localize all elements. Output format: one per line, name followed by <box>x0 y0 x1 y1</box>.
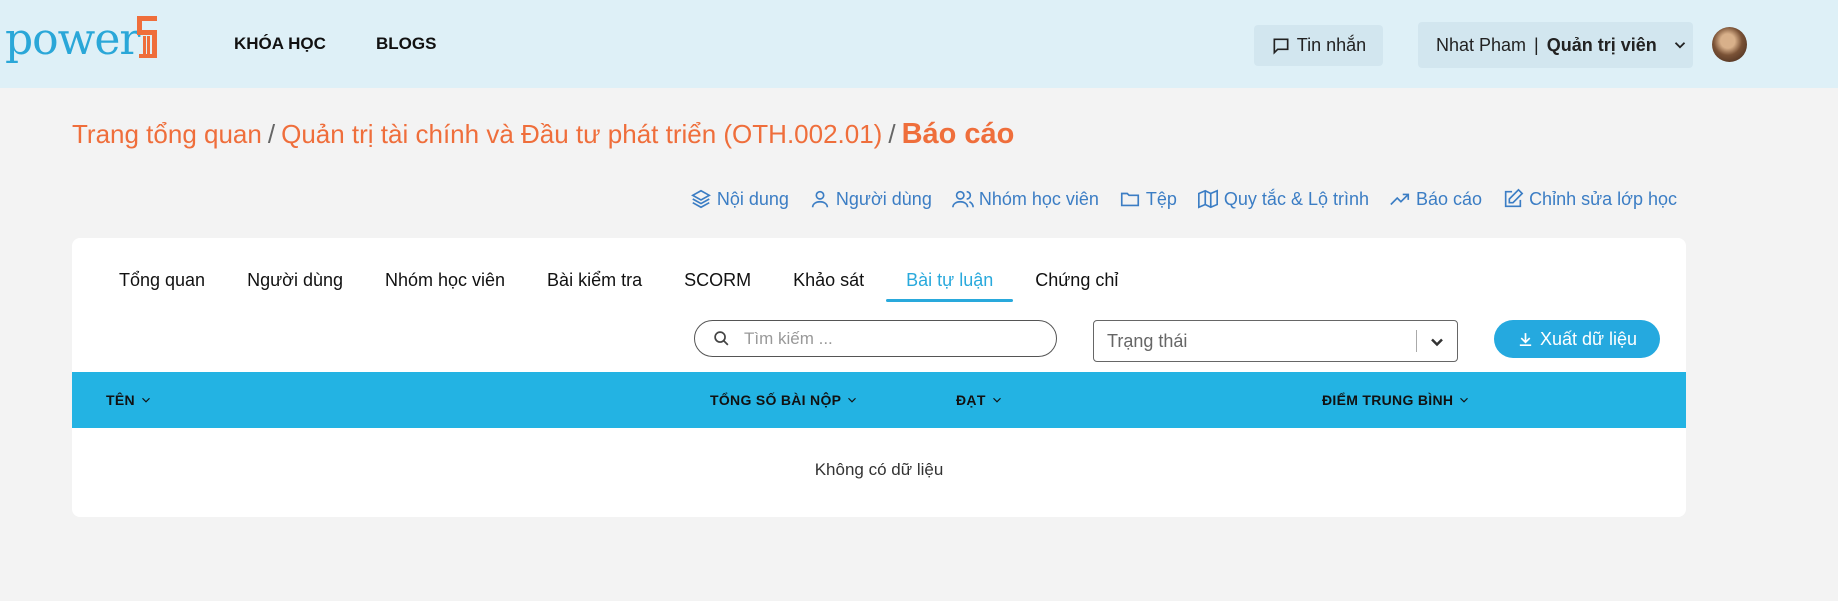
breadcrumb-course[interactable]: Quản trị tài chính và Đầu tư phát triển … <box>281 119 882 149</box>
column-label: TÊN <box>106 392 135 408</box>
breadcrumb-home[interactable]: Trang tổng quan <box>72 119 262 149</box>
map-icon <box>1197 189 1218 209</box>
search-input[interactable]: Tìm kiếm ... <box>694 320 1057 357</box>
action-files[interactable]: Tệp <box>1119 188 1177 210</box>
search-icon <box>714 331 729 346</box>
breadcrumb-current: Báo cáo <box>901 118 1015 150</box>
action-label: Chỉnh sửa lớp học <box>1529 188 1677 209</box>
column-header-passed[interactable]: ĐẠT <box>956 392 1004 408</box>
action-label: Nội dung <box>716 188 789 209</box>
breadcrumb: Trang tổng quan / Quản trị tài chính và Đầ… <box>72 118 1014 151</box>
action-content[interactable]: Nội dung <box>690 188 789 210</box>
empty-state: Không có dữ liệu <box>814 460 944 479</box>
column-header-name[interactable]: TÊN <box>106 392 153 408</box>
column-header-average-score[interactable]: ĐIỂM TRUNG BÌNH <box>1322 392 1471 408</box>
select-divider <box>1416 330 1417 352</box>
action-label: Tệp <box>1145 188 1177 209</box>
tab-certificates[interactable]: Chứng chỉ <box>1035 270 1139 300</box>
user-separator: | <box>1534 34 1539 55</box>
chevron-down-icon <box>1431 338 1443 347</box>
sort-chevron-icon <box>141 397 150 403</box>
tab-tests[interactable]: Bài kiểm tra <box>547 270 663 300</box>
sort-chevron-icon <box>1460 397 1469 403</box>
tab-essays[interactable]: Bài tự luận <box>886 270 1014 302</box>
top-header: power KHÓA HỌC BLOGS Tin nhắn Nhat Pham … <box>0 0 1838 88</box>
logo-mark-icon <box>137 16 157 58</box>
tab-scorm[interactable]: SCORM <box>684 270 772 300</box>
breadcrumb-separator: / <box>267 119 276 149</box>
report-tabs: Tổng quan Người dùng Nhóm học viên Bài k… <box>119 270 1160 302</box>
user-icon <box>811 190 829 208</box>
status-placeholder: Trạng thái <box>1107 330 1188 351</box>
column-label: ĐIỂM TRUNG BÌNH <box>1322 392 1454 408</box>
action-groups[interactable]: Nhóm học viên <box>951 188 1099 210</box>
trending-icon <box>1390 193 1410 206</box>
action-label: Quy tắc & Lộ trình <box>1223 188 1369 209</box>
action-reports[interactable]: Báo cáo <box>1389 188 1482 210</box>
status-select[interactable]: Trạng thái <box>1093 320 1458 362</box>
folder-icon <box>1120 192 1139 207</box>
user-menu[interactable]: Nhat Pham | Quản trị viên <box>1418 22 1693 68</box>
tab-users[interactable]: Người dùng <box>247 270 364 300</box>
edit-icon <box>1504 188 1524 208</box>
export-label: Xuất dữ liệu <box>1539 328 1638 349</box>
download-icon <box>1519 332 1532 346</box>
power-logo[interactable]: power <box>5 12 165 62</box>
user-role: Quản trị viên <box>1546 34 1657 55</box>
course-actions: Nội dung Người dùng Nhóm học viên Tệp Qu… <box>690 188 1677 210</box>
nav-courses[interactable]: KHÓA HỌC <box>234 34 326 54</box>
sort-chevron-icon <box>848 397 857 403</box>
action-users[interactable]: Người dùng <box>809 188 932 210</box>
column-label: ĐẠT <box>956 392 986 408</box>
tab-overview[interactable]: Tổng quan <box>119 270 226 300</box>
message-icon <box>1273 38 1289 55</box>
users-icon <box>951 190 974 208</box>
sort-chevron-icon <box>992 397 1001 403</box>
action-label: Nhóm học viên <box>978 188 1099 209</box>
table-header: TÊN TỔNG SỐ BÀI NỘP ĐẠT ĐIỂM TRUNG BÌNH <box>72 372 1686 428</box>
nav-blogs[interactable]: BLOGS <box>376 34 436 54</box>
breadcrumb-separator: / <box>888 119 896 149</box>
messages-button[interactable]: Tin nhắn <box>1254 25 1383 66</box>
action-label: Báo cáo <box>1416 188 1483 209</box>
logo-text: power <box>5 14 140 65</box>
action-rules[interactable]: Quy tắc & Lộ trình <box>1197 188 1369 210</box>
avatar[interactable] <box>1712 27 1747 62</box>
tab-surveys[interactable]: Khảo sát <box>793 270 885 300</box>
report-card: Tổng quan Người dùng Nhóm học viên Bài k… <box>72 238 1686 517</box>
chevron-down-icon <box>1674 42 1685 49</box>
column-label: TỔNG SỐ BÀI NỘP <box>710 392 842 408</box>
tab-groups[interactable]: Nhóm học viên <box>385 270 526 300</box>
column-header-submissions[interactable]: TỔNG SỐ BÀI NỘP <box>710 392 859 408</box>
messages-label: Tin nhắn <box>1296 35 1367 55</box>
user-name: Nhat Pham <box>1436 34 1527 55</box>
search-placeholder: Tìm kiếm ... <box>744 328 833 348</box>
action-label: Người dùng <box>835 188 932 209</box>
export-button[interactable]: Xuất dữ liệu <box>1494 320 1660 358</box>
layers-icon <box>690 189 711 209</box>
action-edit-class[interactable]: Chỉnh sửa lớp học <box>1502 188 1677 210</box>
